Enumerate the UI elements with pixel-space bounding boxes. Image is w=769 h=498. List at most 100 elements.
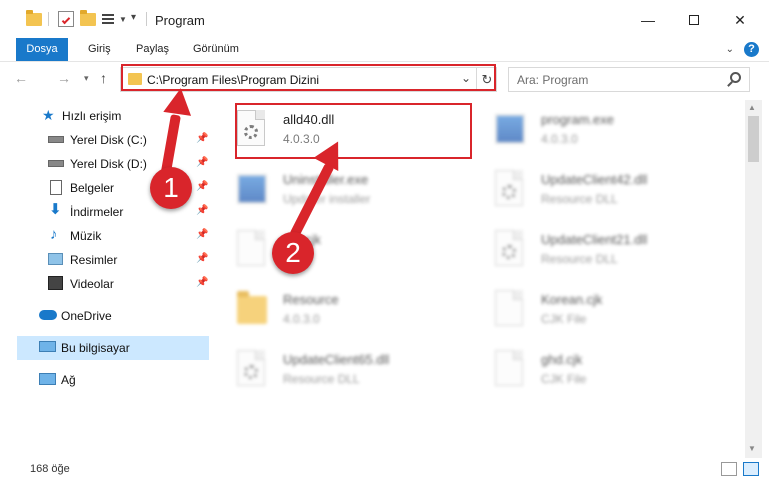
up-icon[interactable]: ↑ (100, 70, 107, 86)
network-icon (39, 373, 56, 385)
help-icon[interactable]: ? (744, 42, 759, 57)
search-input[interactable]: Ara: Program (517, 73, 588, 87)
file-desc: Resource DLL (283, 372, 360, 386)
file-desc: Updater installer (283, 192, 371, 206)
tab-home[interactable]: Giriş (78, 38, 121, 61)
computer-icon (39, 341, 56, 352)
file-item-korean-cjk[interactable]: Korean.cjk CJK File (483, 284, 733, 342)
qa-dropdown-icon[interactable]: ▾ (131, 12, 136, 23)
details-view-icon[interactable] (721, 462, 737, 476)
close-icon: ✕ (734, 11, 746, 28)
sidebar-item-label: İndirmeler (70, 205, 124, 219)
file-version: 4.0.3.0 (283, 312, 320, 326)
navigation-pane: ★ Hızlı erişim Yerel Disk (C:) 📌 Yerel D… (0, 100, 212, 458)
sidebar-item-label: Yerel Disk (C:) (70, 133, 147, 147)
sidebar-item-label: Resimler (70, 253, 118, 267)
file-item-updateclient42[interactable]: UpdateClient42.dll Resource DLL (483, 164, 733, 222)
documents-icon (50, 180, 62, 195)
search-box[interactable]: Ara: Program (508, 67, 750, 92)
minimize-icon: — (641, 12, 655, 28)
file-item-program-exe[interactable]: program.exe 4.0.3.0 (483, 104, 733, 162)
pictures-icon (48, 253, 63, 265)
file-item-ghd-cjk[interactable]: ghd.cjk CJK File (483, 344, 733, 402)
back-icon[interactable]: ← (14, 70, 28, 86)
separator (146, 12, 147, 26)
pin-icon[interactable]: 📌 (196, 181, 208, 192)
minimize-button[interactable]: — (625, 0, 671, 40)
music-icon: ♪ (50, 226, 58, 243)
maximize-icon (689, 15, 699, 25)
navigation-bar: ← → ▾ ↑ C:\Program Files\Program Dizini … (0, 62, 769, 96)
file-item-updateclient21[interactable]: UpdateClient21.dll Resource DLL (483, 224, 733, 282)
sidebar-item-label: Belgeler (70, 181, 115, 195)
dll-file-icon (495, 170, 529, 212)
sidebar-item-music[interactable]: ♪ Müzik 📌 (0, 224, 210, 248)
forward-icon[interactable]: → (57, 70, 71, 86)
separator (48, 12, 49, 26)
file-item-uninstaller[interactable]: Uninstaller.exe Updater installer (225, 164, 475, 222)
file-name: Korean.cjk (541, 292, 603, 307)
pin-icon[interactable]: 📌 (196, 277, 208, 288)
large-icons-view-icon[interactable] (743, 462, 759, 476)
tab-view[interactable]: Görünüm (183, 38, 249, 61)
file-name: UpdateClient21.dll (541, 232, 648, 247)
exe-file-icon (237, 170, 271, 212)
sidebar-item-this-pc[interactable]: Bu bilgisayar (17, 336, 209, 360)
pin-icon[interactable]: 📌 (196, 205, 208, 216)
file-desc: Resource DLL (541, 252, 618, 266)
sidebar-item-local-disk-c[interactable]: Yerel Disk (C:) 📌 (0, 128, 210, 152)
callout-arrowhead-1 (163, 86, 195, 116)
tab-share[interactable]: Paylaş (126, 38, 179, 61)
scroll-down-icon[interactable]: ▼ (748, 444, 756, 453)
file-name: ghd.cjk (541, 352, 583, 367)
drive-icon (48, 160, 64, 167)
explorer-window: ▼ ▾ Program — ✕ Dosya Giriş Paylaş Görün… (0, 0, 769, 498)
file-item-cjk[interactable]: cjk (225, 224, 475, 282)
file-name: Resource (283, 292, 339, 307)
sidebar-item-label: OneDrive (61, 309, 112, 323)
star-icon: ★ (42, 107, 55, 123)
sidebar-item-label: Ağ (61, 373, 76, 387)
recent-locations-icon[interactable]: ▾ (84, 73, 89, 84)
sidebar-item-label: Videolar (70, 277, 114, 291)
properties-icon[interactable] (58, 11, 74, 27)
pin-icon[interactable]: 📌 (196, 253, 208, 264)
download-icon: ⬇ (49, 201, 62, 218)
file-item-updateclient65[interactable]: UpdateClient65.dll Resource DLL (225, 344, 475, 402)
file-icon (495, 350, 529, 392)
file-icon (495, 290, 529, 332)
pin-icon[interactable]: 📌 (196, 157, 208, 168)
sidebar-item-label: Yerel Disk (D:) (70, 157, 147, 171)
vertical-scrollbar[interactable]: ▲ ▼ (745, 100, 762, 458)
sidebar-item-videos[interactable]: Videolar 📌 (0, 272, 210, 296)
customize-icon[interactable]: ▼ (101, 11, 127, 27)
sidebar-item-label: Bu bilgisayar (61, 341, 130, 355)
scroll-thumb[interactable] (748, 116, 759, 162)
pin-icon[interactable]: 📌 (196, 133, 208, 144)
file-name: program.exe (541, 112, 614, 127)
sidebar-item-pictures[interactable]: Resimler 📌 (0, 248, 210, 272)
scroll-up-icon[interactable]: ▲ (748, 103, 756, 112)
tab-file[interactable]: Dosya (16, 38, 68, 61)
callout-badge-1: 1 (150, 167, 192, 209)
ribbon-tabs: Dosya Giriş Paylaş Görünüm ⌄ ? (0, 38, 769, 62)
status-bar: 168 öğe (0, 458, 769, 480)
sidebar-item-onedrive[interactable]: OneDrive (0, 304, 210, 328)
file-desc: CJK File (541, 372, 587, 386)
file-highlight-box (235, 103, 472, 159)
new-folder-icon[interactable] (80, 10, 96, 26)
window-title: Program (155, 13, 205, 28)
expand-ribbon-icon[interactable]: ⌄ (726, 44, 734, 55)
exe-file-icon (495, 110, 529, 152)
file-desc: Resource DLL (541, 192, 618, 206)
maximize-button[interactable] (671, 0, 717, 40)
file-desc: CJK File (541, 312, 587, 326)
close-button[interactable]: ✕ (717, 0, 763, 40)
title-bar: ▼ ▾ Program — ✕ (0, 0, 769, 40)
pin-icon[interactable]: 📌 (196, 229, 208, 240)
sidebar-item-label: Müzik (70, 229, 102, 243)
sidebar-item-network[interactable]: Ağ (0, 368, 210, 392)
file-item-resource-folder[interactable]: Resource 4.0.3.0 (225, 284, 475, 342)
sidebar-item-label: Hızlı erişim (62, 109, 122, 123)
file-name: UpdateClient65.dll (283, 352, 390, 367)
